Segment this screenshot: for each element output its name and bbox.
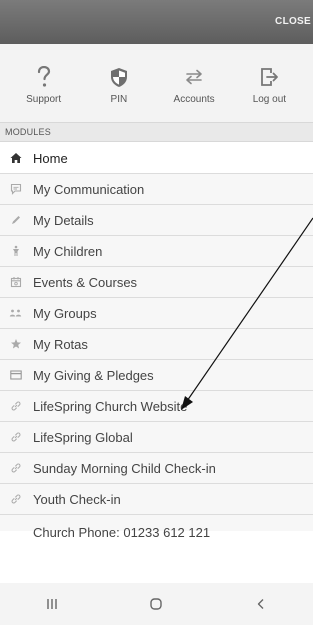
pin-button[interactable]: PIN [84, 44, 154, 122]
group-icon [8, 308, 23, 318]
menu-item-sunday-morning-child-check-in[interactable]: Sunday Morning Child Check-in [0, 453, 313, 484]
link-icon [8, 431, 23, 443]
calendar-icon [8, 276, 23, 288]
system-navigation-bar [0, 583, 313, 625]
swap-icon [184, 66, 204, 88]
menu-item-label: Events & Courses [33, 274, 138, 290]
support-button[interactable]: Support [9, 44, 79, 122]
menu-item-my-rotas[interactable]: My Rotas [0, 329, 313, 360]
question-icon [36, 66, 52, 88]
pencil-icon [8, 214, 23, 226]
chat-icon [8, 183, 23, 195]
star-icon [8, 338, 23, 350]
logout-label: Log out [252, 94, 287, 105]
top-bar: CLOSE [0, 0, 313, 44]
menu-item-my-children[interactable]: My Children [0, 236, 313, 267]
close-button[interactable]: CLOSE [275, 0, 311, 44]
menu-item-label: My Children [33, 243, 103, 259]
menu-item-events-courses[interactable]: Events & Courses [0, 267, 313, 298]
shield-icon [110, 66, 128, 88]
menu-item-label: My Communication [33, 181, 145, 197]
account-actions: Support PIN Accounts Log out [0, 44, 313, 122]
modules-menu: Home My Communication My Details My Chil… [0, 143, 313, 583]
menu-item-label: Youth Check-in [33, 491, 121, 507]
home-icon [8, 152, 23, 164]
logout-button[interactable]: Log out [234, 44, 304, 122]
accounts-label: Accounts [173, 94, 215, 105]
recent-apps-icon[interactable] [22, 597, 82, 611]
support-label: Support [26, 94, 62, 105]
menu-item-my-giving-pledges[interactable]: My Giving & Pledges [0, 360, 313, 391]
menu-item-label: Home [33, 150, 68, 166]
accounts-button[interactable]: Accounts [159, 44, 229, 122]
menu-item-label: Sunday Morning Child Check-in [33, 460, 216, 476]
menu-item-label: LifeSpring Church Website [33, 398, 188, 414]
child-icon [8, 245, 23, 257]
card-icon [8, 370, 23, 380]
pin-label: PIN [110, 94, 128, 105]
menu-item-label: LifeSpring Global [33, 429, 133, 445]
menu-item-my-communication[interactable]: My Communication [0, 174, 313, 205]
link-icon [8, 400, 23, 412]
menu-item-my-details[interactable]: My Details [0, 205, 313, 236]
link-icon [8, 462, 23, 474]
menu-item-label: My Giving & Pledges [33, 367, 154, 383]
logout-icon [260, 66, 279, 88]
back-icon[interactable] [231, 597, 291, 611]
menu-item-label: Church Phone: 01233 612 121 [33, 524, 211, 540]
link-icon [8, 493, 23, 505]
menu-item-lifespring-church-website[interactable]: LifeSpring Church Website [0, 391, 313, 422]
menu-item-my-groups[interactable]: My Groups [0, 298, 313, 329]
modules-section-header: MODULES [0, 122, 313, 142]
menu-item-church-phone[interactable]: Church Phone: 01233 612 121 [0, 515, 313, 540]
menu-item-youth-check-in[interactable]: Youth Check-in [0, 484, 313, 515]
menu-item-home[interactable]: Home [0, 143, 313, 174]
menu-item-label: My Details [33, 212, 94, 228]
menu-item-label: My Groups [33, 305, 97, 321]
home-nav-icon[interactable] [126, 597, 186, 611]
menu-item-label: My Rotas [33, 336, 88, 352]
menu-item-lifespring-global[interactable]: LifeSpring Global [0, 422, 313, 453]
